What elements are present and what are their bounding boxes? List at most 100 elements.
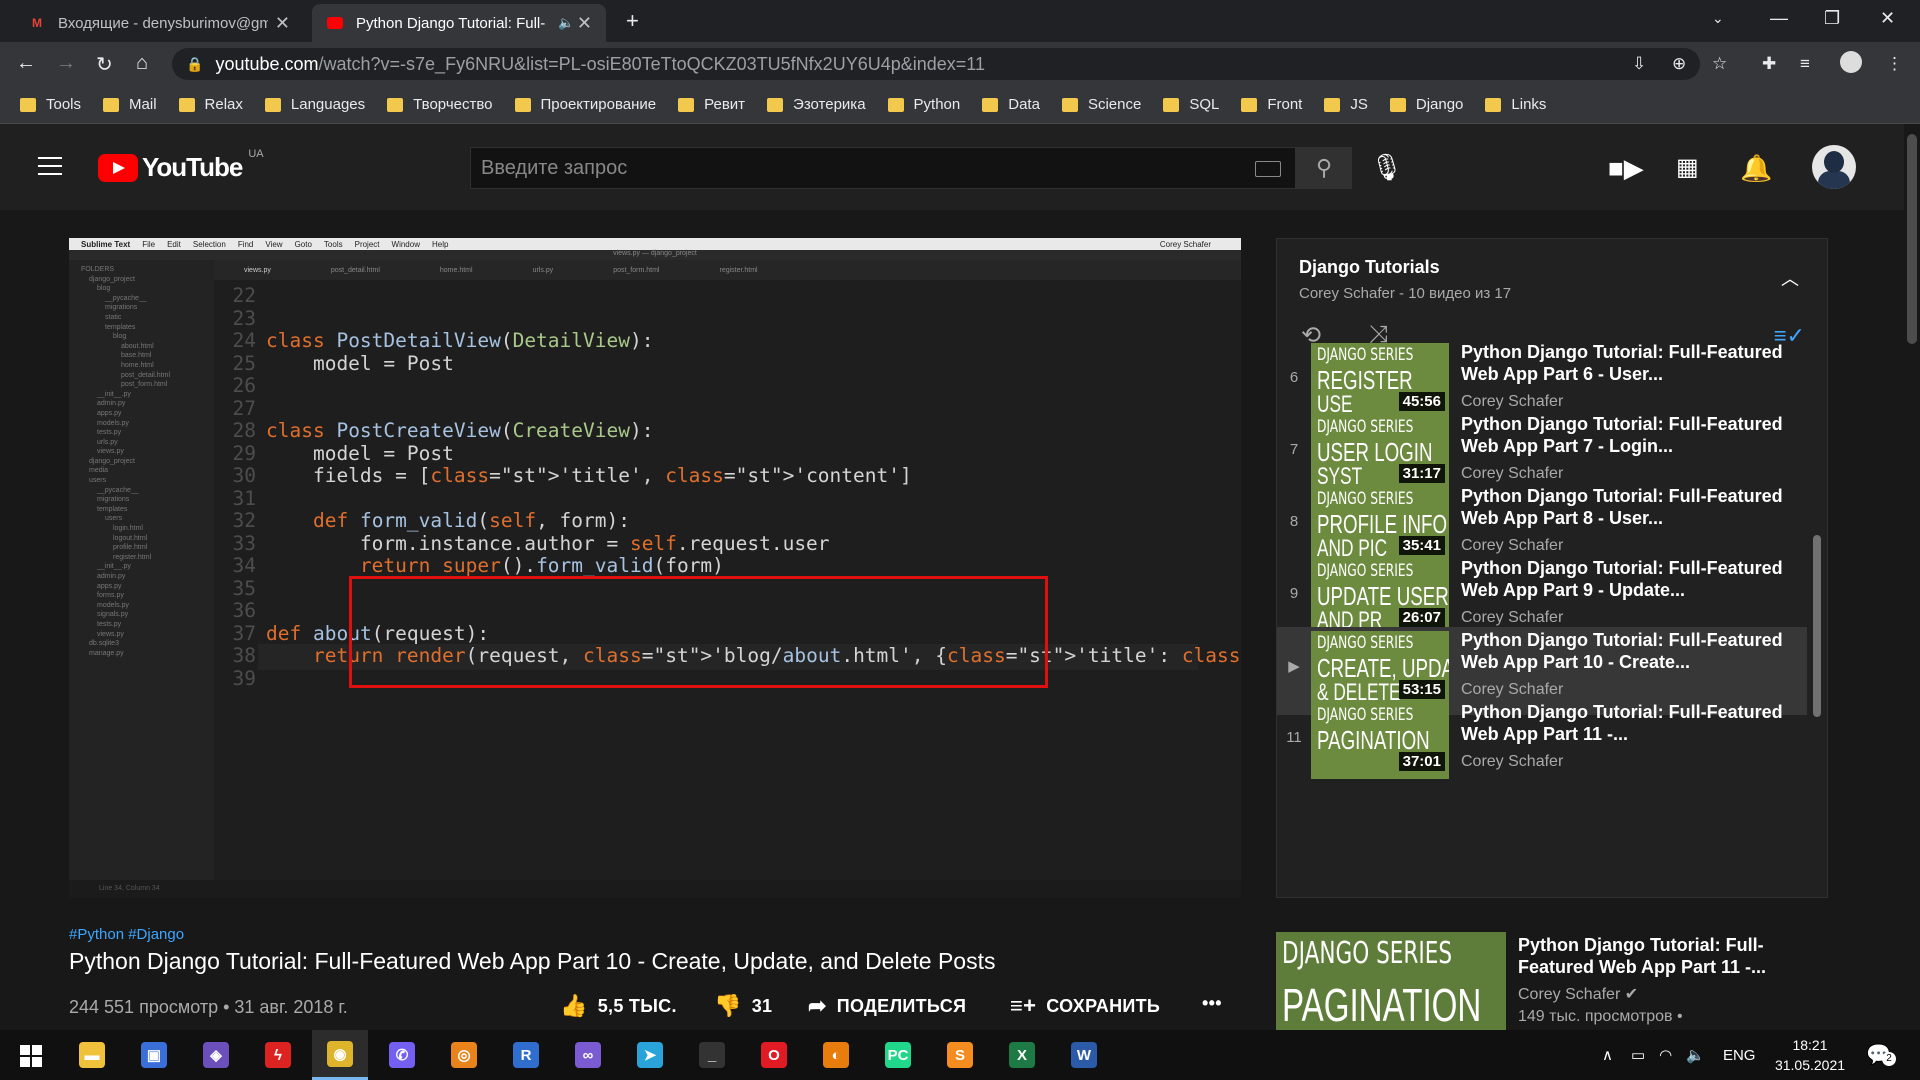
- youtube-logo[interactable]: YouTube UA: [98, 148, 264, 183]
- home-icon[interactable]: ⌂: [136, 52, 148, 75]
- bookmark-folder[interactable]: SQL: [1163, 96, 1219, 113]
- video-duration: 31:17: [1398, 464, 1445, 483]
- bookmark-folder[interactable]: Python: [887, 96, 960, 113]
- clock[interactable]: 18:21 31.05.2021: [1770, 1035, 1850, 1075]
- bookmark-folder[interactable]: Творчество: [387, 96, 493, 113]
- keyboard-icon[interactable]: [1255, 161, 1281, 177]
- media-control-icon[interactable]: ≡: [1800, 54, 1810, 74]
- pycharm-icon[interactable]: PC: [870, 1030, 926, 1080]
- bookmark-folder[interactable]: Django: [1389, 96, 1463, 113]
- language-indicator[interactable]: ENG: [1723, 1047, 1756, 1064]
- video-hashtags[interactable]: #Python #Django: [69, 926, 184, 943]
- apps-grid-icon[interactable]: ▦: [1676, 153, 1699, 182]
- app-red-bolt-icon[interactable]: ϟ: [250, 1030, 306, 1080]
- bookmark-folder[interactable]: Relax: [178, 96, 243, 113]
- battery-icon[interactable]: ▭: [1631, 1046, 1645, 1064]
- profile-avatar-icon[interactable]: [1840, 51, 1862, 73]
- notifications-bell-icon[interactable]: 🔔: [1740, 153, 1772, 184]
- zoom-icon[interactable]: ⊕: [1672, 54, 1686, 74]
- maximize-button[interactable]: ❐: [1824, 8, 1840, 29]
- bookmark-folder[interactable]: Data: [982, 96, 1040, 113]
- telegram-icon[interactable]: ➤: [622, 1030, 678, 1080]
- app-eye-icon[interactable]: ◎: [436, 1030, 492, 1080]
- bookmark-folder[interactable]: Mail: [103, 96, 157, 113]
- app-r-icon[interactable]: R: [498, 1030, 554, 1080]
- page-scrollbar[interactable]: [1904, 124, 1920, 1030]
- opera-icon[interactable]: O: [746, 1030, 802, 1080]
- microphone-icon[interactable]: 🎙: [1370, 152, 1403, 183]
- more-actions-button[interactable]: •••: [1202, 993, 1222, 1014]
- extensions-icon[interactable]: ✚: [1762, 54, 1776, 74]
- avatar[interactable]: [1812, 145, 1856, 189]
- excel-icon[interactable]: X: [994, 1030, 1050, 1080]
- search-input[interactable]: Введите запрос: [470, 147, 1296, 189]
- viber-icon[interactable]: ✆: [374, 1030, 430, 1080]
- back-icon[interactable]: ←: [16, 52, 36, 75]
- bookmark-star-icon[interactable]: ☆: [1712, 54, 1727, 74]
- floppy-save-icon[interactable]: ▣: [126, 1030, 182, 1080]
- video-thumbnail[interactable]: DJANGO SERIES PAGINATION 37:01: [1311, 703, 1449, 779]
- word-icon[interactable]: W: [1056, 1030, 1112, 1080]
- sublime-icon[interactable]: S: [932, 1030, 988, 1080]
- close-tab-icon[interactable]: ✕: [275, 13, 290, 34]
- new-tab-button[interactable]: +: [626, 8, 639, 34]
- bookmark-folder[interactable]: Front: [1241, 96, 1302, 113]
- close-window-button[interactable]: ✕: [1880, 8, 1895, 29]
- bookmark-folder[interactable]: Links: [1485, 96, 1546, 113]
- video-thumbnail[interactable]: DJANGO SERIES REGISTER USE 45:56: [1311, 343, 1449, 419]
- search-button[interactable]: ⚲: [1296, 147, 1352, 189]
- video-duration: 45:56: [1398, 392, 1445, 411]
- chrome-icon[interactable]: ◉: [312, 1030, 368, 1080]
- tab-youtube[interactable]: Python Django Tutorial: Full- 🔈 ✕: [312, 4, 606, 42]
- reload-icon[interactable]: ↻: [96, 52, 113, 77]
- terminal-icon[interactable]: _: [684, 1030, 740, 1080]
- install-icon[interactable]: ⇩: [1632, 54, 1646, 74]
- blender-icon[interactable]: ◐: [808, 1030, 864, 1080]
- forward-icon[interactable]: →: [56, 52, 76, 75]
- bookmark-folder[interactable]: JS: [1324, 96, 1368, 113]
- like-button[interactable]: 👍 5,5 ТЫС.: [560, 993, 677, 1019]
- browser-menu-icon[interactable]: ⋮: [1886, 54, 1903, 74]
- playlist-item[interactable]: 11 DJANGO SERIES PAGINATION 37:01 Python Dja…: [1277, 699, 1807, 787]
- volume-icon[interactable]: 🔈: [1686, 1046, 1705, 1064]
- tab-search-icon[interactable]: ⌄: [1712, 10, 1724, 27]
- tab-gmail[interactable]: M Входящие - denysburimov@gm ✕: [14, 4, 304, 42]
- video-thumbnail[interactable]: DJANGO SERIES UPDATE USER AND PR 26:07: [1311, 559, 1449, 635]
- recommended-video[interactable]: DJANGO SERIES PAGINATION Python Django T…: [1276, 932, 1836, 1032]
- video-player[interactable]: Sublime Text File Edit Selection Find Vi…: [69, 238, 1241, 898]
- mute-tab-icon[interactable]: 🔈: [558, 15, 574, 31]
- windows-start-icon[interactable]: [20, 1045, 42, 1067]
- clock-date: 31.05.2021: [1774, 1057, 1846, 1073]
- wifi-icon[interactable]: ◠: [1659, 1046, 1672, 1064]
- bookmark-folder[interactable]: Tools: [20, 96, 81, 113]
- video-thumbnail[interactable]: DJANGO SERIESCREATE, UPDATE,& DELETE53:1…: [1311, 631, 1449, 707]
- recommended-channel[interactable]: Corey Schafer ✔: [1518, 984, 1638, 1004]
- chevron-up-icon[interactable]: ︿: [1781, 265, 1799, 291]
- bookmark-folder[interactable]: Эзотерика: [767, 96, 866, 113]
- video-thumbnail[interactable]: DJANGO SERIES PAGINATION: [1276, 932, 1506, 1032]
- create-video-icon[interactable]: ■▶: [1608, 153, 1644, 184]
- folder-icon: [678, 97, 695, 112]
- dislike-button[interactable]: 👎 31: [714, 993, 772, 1019]
- notification-center-icon[interactable]: 💬 2: [1866, 1042, 1896, 1067]
- recommended-title[interactable]: Python Django Tutorial: Full-Featured We…: [1518, 934, 1818, 978]
- address-bar[interactable]: 🔒 youtube.com/watch?v=-s7e_Fy6NRU&list=P…: [172, 48, 1700, 80]
- file-explorer-icon[interactable]: ▬: [64, 1030, 120, 1080]
- save-button[interactable]: ≡+ СОХРАНИТЬ: [1010, 993, 1160, 1019]
- minimize-button[interactable]: —: [1770, 8, 1788, 29]
- video-thumbnail[interactable]: DJANGO SERIES PROFILE INFO AND PIC 35:41: [1311, 487, 1449, 563]
- visual-studio-icon[interactable]: ∞: [560, 1030, 616, 1080]
- bookmark-folder[interactable]: Languages: [264, 96, 365, 113]
- playlist-scrollbar[interactable]: [1813, 535, 1821, 717]
- bookmark-folder[interactable]: Ревит: [678, 96, 745, 113]
- share-button[interactable]: ➦ ПОДЕЛИТЬСЯ: [808, 993, 966, 1019]
- bookmark-folder[interactable]: Проектирование: [514, 96, 656, 113]
- bookmark-folder[interactable]: Science: [1061, 96, 1141, 113]
- scrollbar-thumb[interactable]: [1907, 134, 1917, 344]
- close-tab-icon[interactable]: ✕: [577, 13, 592, 34]
- video-thumbnail[interactable]: DJANGO SERIES USER LOGIN SYST 31:17: [1311, 415, 1449, 491]
- playlist-title[interactable]: Django Tutorials: [1299, 257, 1440, 278]
- hamburger-menu-icon[interactable]: [38, 157, 62, 175]
- app-purple-icon[interactable]: ◈: [188, 1030, 244, 1080]
- chevron-up-icon[interactable]: ∧: [1602, 1046, 1613, 1064]
